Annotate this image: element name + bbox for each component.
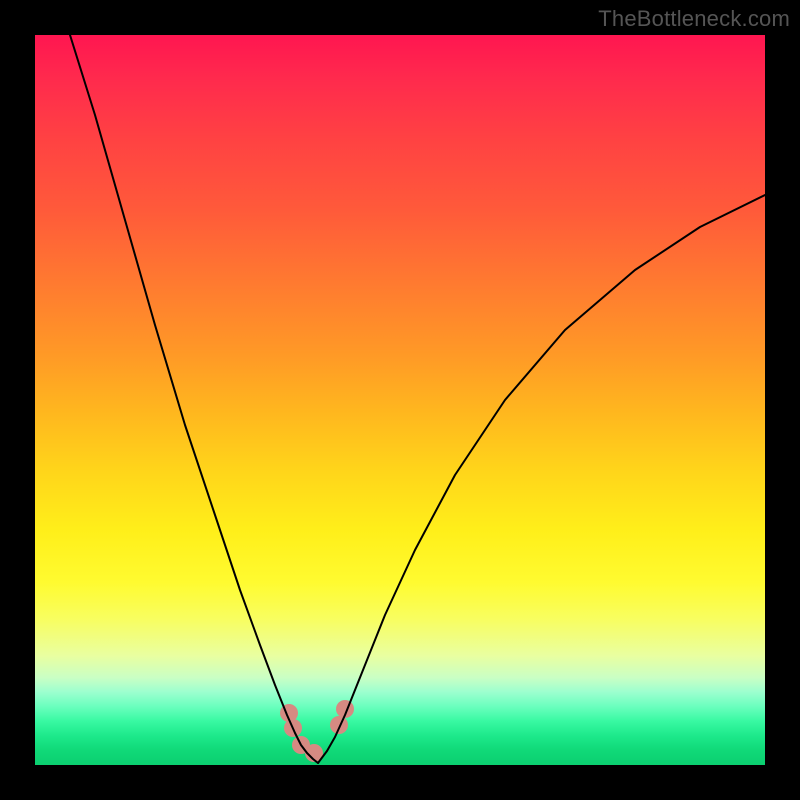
attribution-label: TheBottleneck.com (598, 6, 790, 32)
marker-dot (330, 716, 348, 734)
left-curve (70, 35, 318, 763)
valley-markers (280, 700, 354, 762)
right-curve (318, 195, 765, 763)
plot-area (35, 35, 765, 765)
curves-svg (35, 35, 765, 765)
chart-container: TheBottleneck.com (0, 0, 800, 800)
